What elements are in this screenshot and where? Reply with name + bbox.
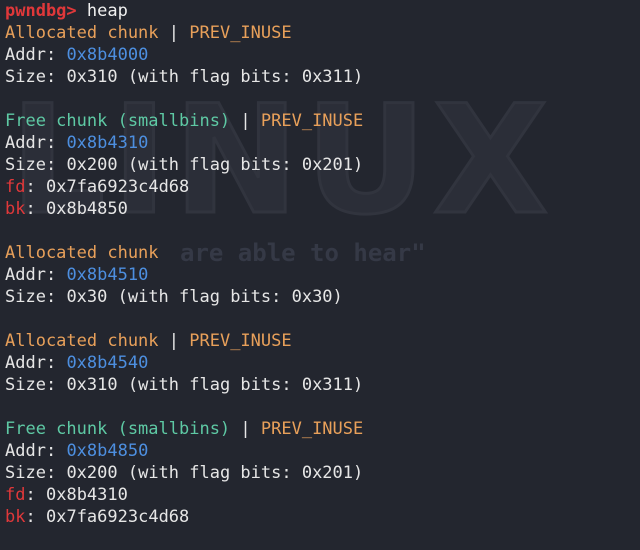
prompt-label: pwndbg> (5, 1, 77, 21)
chunk-status: Allocated chunk (5, 23, 159, 43)
command-text: heap (86, 1, 128, 21)
prompt-line: pwndbg> heap (5, 0, 635, 22)
chunk-fd-line: fd: 0x7fa6923c4d68 (5, 176, 635, 198)
chunk-status: Allocated chunk (5, 331, 159, 351)
addr-label: Addr: (5, 441, 57, 461)
chunk-size-line: Size: 0x30 (with flag bits: 0x30) (5, 286, 635, 308)
fd-label: fd (5, 485, 26, 505)
chunk-size: 0x200 (with flag bits: 0x201) (66, 463, 364, 483)
bk-label: bk (5, 507, 26, 527)
chunk-bk-line: bk: 0x8b4850 (5, 198, 635, 220)
chunk-status: Allocated chunk (5, 243, 159, 263)
size-label: Size: (5, 287, 57, 307)
chunk-addr-line: Addr: 0x8b4540 (5, 352, 635, 374)
flag-prev-inuse: PREV_INUSE (189, 23, 292, 43)
chunk-size: 0x200 (with flag bits: 0x201) (66, 155, 364, 175)
chunk-bk-line: bk: 0x7fa6923c4d68 (5, 506, 635, 528)
fd-pointer: 0x7fa6923c4d68 (45, 177, 190, 197)
flag-prev-inuse: PREV_INUSE (189, 331, 292, 351)
chunk-header: Allocated chunk | PREV_INUSE (5, 330, 635, 352)
chunk-header: Allocated chunk | PREV_INUSE (5, 22, 635, 44)
colon: : (25, 485, 36, 505)
chunk-size: 0x30 (with flag bits: 0x30) (66, 287, 343, 307)
chunk-address: 0x8b4540 (66, 353, 149, 373)
chunk-size-line: Size: 0x200 (with flag bits: 0x201) (5, 462, 635, 484)
chunk-status: Free chunk (smallbins) (5, 111, 231, 131)
addr-label: Addr: (5, 133, 57, 153)
chunk-address: 0x8b4850 (66, 441, 149, 461)
chunk-header: Free chunk (smallbins) | PREV_INUSE (5, 418, 635, 440)
bk-pointer: 0x7fa6923c4d68 (45, 507, 190, 527)
chunk-addr-line: Addr: 0x8b4510 (5, 264, 635, 286)
flag-prev-inuse: PREV_INUSE (260, 419, 364, 439)
terminal-window[interactable]: LINUX are able to hear" pwndbg> heap All… (0, 0, 640, 550)
chunk-size-line: Size: 0x310 (with flag bits: 0x311) (5, 66, 635, 88)
chunk-size: 0x310 (with flag bits: 0x311) (66, 67, 364, 87)
chunk-status: Free chunk (smallbins) (5, 419, 231, 439)
chunk-address: 0x8b4310 (66, 133, 149, 153)
chunk-header: Allocated chunk (5, 242, 635, 264)
chunk-addr-line: Addr: 0x8b4850 (5, 440, 635, 462)
addr-label: Addr: (5, 353, 57, 373)
size-label: Size: (5, 155, 57, 175)
bk-pointer: 0x8b4850 (45, 199, 128, 219)
separator: | (158, 331, 190, 351)
chunk-address: 0x8b4510 (66, 265, 149, 285)
separator: | (158, 23, 190, 43)
chunk-header: Free chunk (smallbins) | PREV_INUSE (5, 110, 635, 132)
chunk-size-line: Size: 0x310 (with flag bits: 0x311) (5, 374, 635, 396)
separator: | (230, 419, 261, 439)
fd-pointer: 0x8b4310 (45, 485, 128, 505)
bk-label: bk (5, 199, 26, 219)
colon: : (25, 199, 36, 219)
terminal-output: pwndbg> heap Allocated chunk | PREV_INUS… (5, 0, 635, 528)
size-label: Size: (5, 463, 57, 483)
fd-label: fd (5, 177, 26, 197)
chunk-addr-line: Addr: 0x8b4000 (5, 44, 635, 66)
chunk-address: 0x8b4000 (66, 45, 149, 65)
size-label: Size: (5, 67, 57, 87)
addr-label: Addr: (5, 265, 57, 285)
flag-prev-inuse: PREV_INUSE (260, 111, 364, 131)
chunk-size-line: Size: 0x200 (with flag bits: 0x201) (5, 154, 635, 176)
colon: : (25, 507, 36, 527)
colon: : (25, 177, 36, 197)
separator: | (230, 111, 261, 131)
addr-label: Addr: (5, 45, 57, 65)
chunk-addr-line: Addr: 0x8b4310 (5, 132, 635, 154)
chunk-size: 0x310 (with flag bits: 0x311) (66, 375, 364, 395)
chunk-fd-line: fd: 0x8b4310 (5, 484, 635, 506)
size-label: Size: (5, 375, 57, 395)
